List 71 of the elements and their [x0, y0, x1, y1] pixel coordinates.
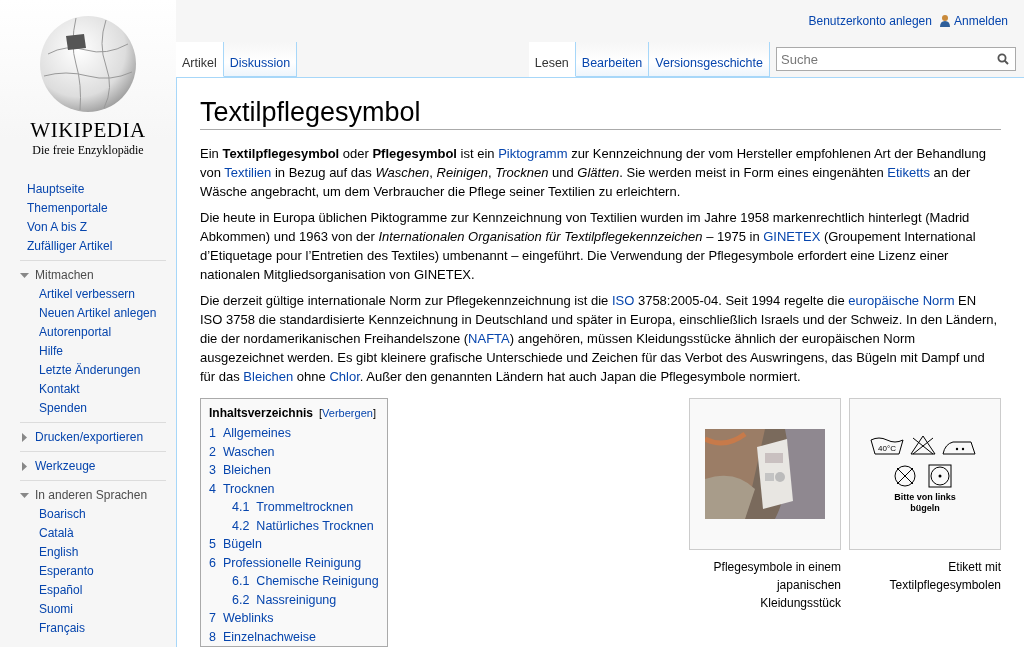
expand-arrow-icon — [20, 461, 29, 471]
view-tab[interactable]: Versionsgeschichte — [649, 42, 770, 77]
sidebar-link[interactable]: Autorenportal — [39, 323, 166, 342]
collapse-arrow-icon — [20, 490, 29, 500]
search-icon[interactable] — [997, 53, 1009, 65]
toc-link[interactable]: 7 Weblinks — [209, 609, 379, 628]
article-paragraph: Die heute in Europa üblichen Piktogramme zur Kennzeichnung von Textilien wurden im Jahre 1958 markenrechtlich hinterlegt (Madrid Abkommen) und 1963 von der Internationalen Organisation für Textilpflegekennzeichen – 1975 in GINETEX (Groupement International d’Etiquetage pour l’Entretien des Textiles) umbenannt – eingeführt. Die Verwendung der Pflegesymbole erfordert eine Lizenz einer nationalen Mitgliedsorganisation von GINETEX. — [200, 209, 977, 284]
page-tab[interactable]: Artikel — [176, 42, 224, 77]
toc-toggle[interactable]: [Verbergen] — [319, 407, 376, 419]
sidebar-section-heading[interactable]: In anderen Sprachen — [20, 485, 166, 505]
article-link[interactable]: GINETEX — [763, 229, 821, 244]
account-link[interactable]: Anmelden — [939, 14, 1008, 28]
page-tab[interactable]: Diskussion — [223, 42, 298, 77]
sidebar-link[interactable]: Hilfe — [39, 342, 166, 361]
wash-temperature-label: 40°C — [878, 444, 896, 453]
article-link[interactable]: Etiketts — [887, 165, 930, 180]
account-link[interactable]: Benutzerkonto anlegen — [808, 14, 932, 28]
toc-link[interactable]: 8 Einzelnachweise — [209, 627, 379, 646]
sidebar-section-heading[interactable]: Drucken/exportieren — [20, 427, 166, 447]
toc-link[interactable]: 5 Bügeln — [209, 535, 379, 554]
article-paragraph: Die derzeit gültige internationale Norm zur Pflegekennzeichnung ist die ISO 3758:2005-04. Seit 1994 regelte die europäische Norm EN ISO 3758 die standardisierte Kennzeichnung in Deutschland und später in Europa, einschließlich Israels und der Schweiz. In den Ländern, die der nordamerikanischen Freihandelszone (NAFTA) angehören, müssen Kleidungsstücke ähnlich der europäischen Norm ausgezeichnet werden. Es gibt kleinere grafische Unterschiede und Zeichen für das Verbot des Auswringens, das Bügeln mit Dampf und für das Bleichen ohne Chlor. Außer den genannten Ländern hat auch Japan die Pflegesymbole normiert. — [200, 292, 999, 386]
wikipedia-wordmark: WIKIPEDIA — [30, 118, 146, 143]
tagline: Die freie Enzyklopädie — [32, 143, 144, 158]
expand-arrow-icon — [20, 432, 29, 442]
sidebar-link[interactable]: Themenportale — [27, 199, 176, 218]
sidebar-link[interactable]: Kontakt — [39, 380, 166, 399]
sidebar-section-heading[interactable]: Werkzeuge — [20, 456, 166, 476]
toc-link[interactable]: 6.2 Nassreinigung — [209, 590, 379, 609]
sidebar-link[interactable]: Français — [39, 619, 166, 638]
sidebar-link[interactable]: English — [39, 543, 166, 562]
sidebar-link[interactable]: Letzte Änderungen — [39, 361, 166, 380]
sidebar-link[interactable]: Neuen Artikel anlegen — [39, 304, 166, 323]
toc-link[interactable]: 3 Bleichen — [209, 461, 379, 480]
sidebar-link[interactable]: Zufälliger Artikel — [27, 237, 176, 256]
article-link[interactable]: NAFTA — [468, 331, 510, 346]
image-thumbnail[interactable] — [689, 398, 841, 550]
collapse-arrow-icon — [20, 270, 29, 280]
sidebar-link[interactable]: Suomi — [39, 600, 166, 619]
article-paragraph: Ein Textilpflegesymbol oder Pflegesymbol ist ein Piktogramm zur Kennzeichnung der vom Hersteller empfohlenen Art der Behandlung von Textilien in Bezug auf das Waschen, Reinigen, Trocknen und Glätten. Sie werden meist in Form eines eingenähten Etiketts an der Wäsche angebracht, um dem Verbraucher die Pflege seiner Textilien zu erleichtern. — [200, 145, 987, 201]
view-tab[interactable]: Bearbeiten — [575, 42, 650, 77]
toc-title: Inhaltsverzeichnis — [209, 406, 314, 420]
sidebar-link[interactable]: Spenden — [39, 399, 166, 418]
image-thumbnail[interactable]: 40°C Bitte von links bügeln — [849, 398, 1001, 550]
toc-link[interactable]: 1 Allgemeines — [209, 424, 379, 443]
sidebar-section-heading[interactable]: Mitmachen — [20, 265, 166, 285]
image-caption: Etikett mit Textilpflegesymbolen — [888, 559, 1001, 594]
article-link[interactable]: Textilien — [224, 165, 272, 180]
sidebar-link[interactable]: Català — [39, 524, 166, 543]
article-link[interactable]: Chlor — [329, 369, 360, 384]
user-icon — [939, 15, 950, 27]
label-note: Bitte von links bügeln — [893, 492, 957, 514]
view-tab[interactable]: Lesen — [528, 42, 576, 77]
image-caption: Pflegesymbole in einem japanischen Kleidungsstück — [712, 559, 841, 612]
article-link[interactable]: Bleichen — [243, 369, 294, 384]
sidebar-link[interactable]: Hauptseite — [27, 180, 176, 199]
sidebar-link[interactable]: Español — [39, 581, 166, 600]
sidebar-link[interactable]: Boarisch — [39, 505, 166, 524]
sidebar-link[interactable]: Von A bis Z — [27, 218, 176, 237]
toc-link[interactable]: 4.2 Natürliches Trocknen — [209, 516, 379, 535]
toc-link[interactable]: 2 Waschen — [209, 442, 379, 461]
search-field[interactable]: Suche — [776, 47, 1016, 71]
sidebar-link[interactable]: Esperanto — [39, 562, 166, 581]
toc-link[interactable]: 6 Professionelle Reinigung — [209, 553, 379, 572]
toc-link[interactable]: 4.1 Trommeltrocknen — [209, 498, 379, 517]
article-link[interactable]: Piktogramm — [498, 146, 568, 161]
article-title: Textilpflegesymbol — [200, 96, 1001, 130]
article-link[interactable]: ISO — [611, 293, 635, 308]
sidebar-link[interactable]: Artikel verbessern — [39, 285, 166, 304]
article-link[interactable]: europäische Norm — [848, 293, 955, 308]
toc-link[interactable]: 6.1 Chemische Reinigung — [209, 572, 379, 591]
toc-link[interactable]: 4 Trocknen — [209, 479, 379, 498]
